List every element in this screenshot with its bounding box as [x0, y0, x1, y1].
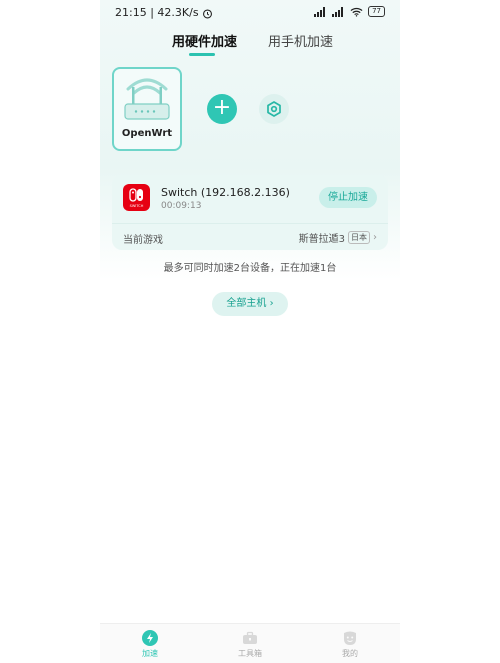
alarm-icon	[202, 8, 213, 22]
acceleration-limit-info: 最多可同时加速2台设备，正在加速1台	[163, 263, 337, 274]
app-screen: 21:15 | 42.3K/s 77 用硬件加速 用手机加速 OpenWrt +	[100, 0, 400, 663]
status-bar: 21:15 | 42.3K/s 77	[115, 6, 385, 22]
status-icons: 77	[314, 6, 385, 17]
active-tab-indicator	[189, 53, 215, 56]
nav-item-accelerate[interactable]: 加速	[120, 630, 180, 659]
nav-item-toolbox[interactable]: 工具箱	[220, 630, 280, 659]
nintendo-switch-icon: SWITCH	[123, 184, 150, 211]
signal-icon	[332, 6, 344, 17]
divider	[112, 223, 388, 224]
status-time-speed: 21:15 | 42.3K/s	[115, 6, 199, 19]
router-settings-button[interactable]	[259, 94, 289, 124]
all-hosts-button[interactable]: 全部主机 ›	[212, 292, 288, 316]
tab-hardware-acceleration[interactable]: 用硬件加速	[172, 31, 237, 50]
lightning-icon	[142, 630, 158, 646]
nav-label-profile: 我的	[342, 649, 358, 658]
current-game-selector[interactable]: 斯普拉遁3 日本 ›	[299, 230, 377, 245]
router-card[interactable]: OpenWrt	[112, 67, 182, 151]
nav-item-profile[interactable]: 我的	[320, 630, 380, 659]
accelerating-device-card: SWITCH Switch (192.168.2.136) 00:09:13 停…	[112, 175, 388, 250]
bottom-nav: 加速 工具箱 我的	[100, 623, 400, 663]
nav-label-toolbox: 工具箱	[238, 649, 262, 658]
device-name: Switch (192.168.2.136)	[161, 186, 290, 199]
tab-phone-acceleration[interactable]: 用手机加速	[268, 31, 333, 50]
nav-label-accelerate: 加速	[142, 649, 158, 658]
region-badge: 日本	[348, 231, 370, 244]
chevron-right-icon: ›	[373, 232, 377, 243]
router-icon	[124, 78, 170, 120]
all-hosts-label: 全部主机	[226, 298, 267, 309]
plus-icon: +	[212, 95, 232, 120]
wifi-icon	[350, 7, 363, 17]
router-name: OpenWrt	[121, 128, 173, 139]
chevron-right-icon: ›	[269, 298, 274, 309]
svg-text:SWITCH: SWITCH	[130, 204, 144, 208]
acceleration-duration: 00:09:13	[161, 201, 202, 211]
game-name: 斯普拉遁3	[298, 234, 345, 245]
signal-icon	[314, 6, 326, 17]
toolbox-icon	[243, 631, 257, 644]
current-game-label: 当前游戏	[123, 235, 163, 246]
profile-icon	[344, 631, 356, 645]
battery-icon: 77	[368, 6, 385, 17]
add-device-button[interactable]: +	[207, 94, 237, 124]
mode-tabs: 用硬件加速 用手机加速	[100, 31, 400, 57]
stop-acceleration-button[interactable]: 停止加速	[319, 187, 377, 208]
gear-icon	[267, 101, 281, 117]
